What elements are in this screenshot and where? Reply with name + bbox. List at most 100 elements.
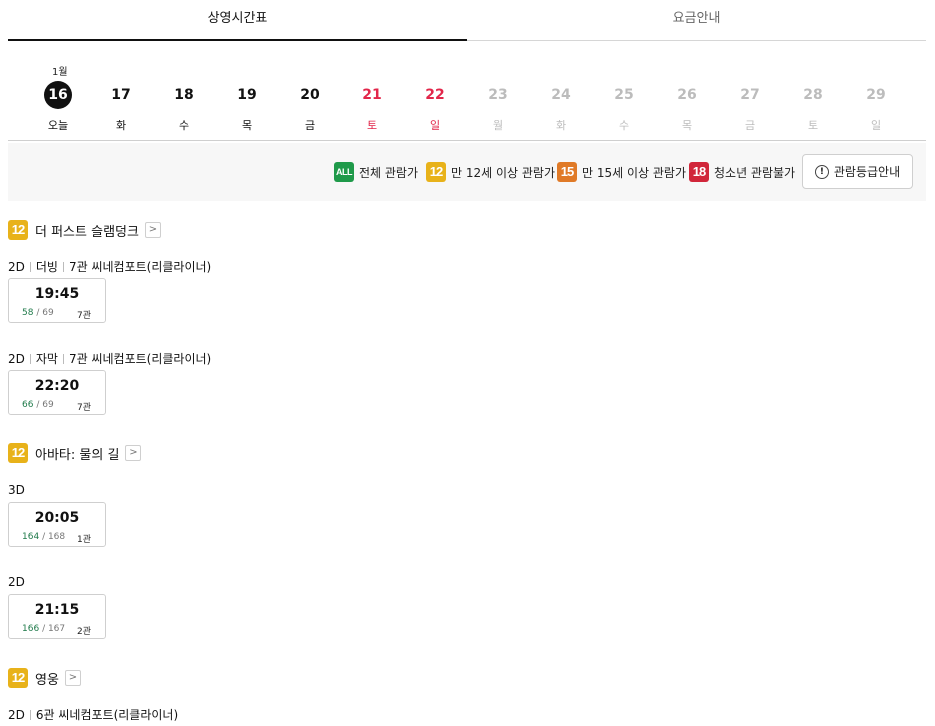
seat-count: 66 / 69: [22, 400, 54, 410]
date-number: 23: [488, 87, 508, 103]
format-label: 3D: [8, 483, 25, 497]
date-number: 20: [300, 87, 320, 103]
date-weekday: 금: [304, 119, 316, 132]
date-item-24: 24 화: [541, 81, 581, 135]
showing-info: 2D 자막 7관 씨네컴포트(리클라이너): [8, 350, 211, 367]
showtime: 21:15: [34, 602, 80, 618]
rating-12-icon: 12: [8, 668, 28, 688]
separator: [29, 353, 31, 364]
separator: [62, 261, 64, 272]
date-item-27: 27 금: [730, 81, 770, 135]
date-number: 26: [677, 87, 697, 103]
movie-title[interactable]: 아바타: 물의 길: [35, 444, 119, 463]
separator: [29, 261, 31, 272]
date-number: 27: [740, 87, 760, 103]
legend-all: ALL 전체 관람가: [334, 162, 418, 182]
seat-count: 58 / 69: [22, 308, 54, 318]
showtime-button[interactable]: 20:05 164 / 168 1관: [8, 502, 106, 547]
movie-title-row: 12 영웅 >: [8, 668, 81, 688]
date-item-20[interactable]: 20 금: [290, 81, 330, 135]
showtime: 19:45: [34, 286, 80, 302]
rating-guide-button[interactable]: ! 관람등급안내: [802, 154, 913, 189]
hall-label: 7관: [76, 311, 91, 321]
showing-info: 2D 6관 씨네컴포트(리클라이너): [8, 706, 178, 723]
legend-12: 12 만 12세 이상 관람가: [426, 162, 555, 182]
legend-15: 15 만 15세 이상 관람가: [557, 162, 686, 182]
rating-guide-label: 관람등급안내: [833, 165, 901, 179]
date-number: 21: [362, 87, 382, 103]
movie-title[interactable]: 더 퍼스트 슬램덩크: [35, 221, 139, 240]
date-number: 16: [44, 81, 72, 109]
hall-label: 7관: [76, 403, 91, 413]
rating-legend: ALL 전체 관람가 12 만 12세 이상 관람가 15 만 15세 이상 관…: [8, 143, 926, 201]
movie-detail-arrow-icon[interactable]: >: [125, 445, 142, 461]
format-label: 2D: [8, 351, 25, 366]
legend-all-label: 전체 관람가: [359, 165, 419, 180]
language-label: 더빙: [35, 260, 58, 274]
date-weekday: 일: [870, 119, 882, 132]
date-item-25: 25 수: [604, 81, 644, 135]
rating-18-icon: 18: [689, 162, 709, 182]
date-weekday: 목: [681, 119, 693, 132]
hall-info: 6관 씨네컴포트(리클라이너): [35, 708, 179, 722]
language-label: 자막: [35, 352, 58, 366]
showtime-button[interactable]: 22:20 66 / 69 7관: [8, 370, 106, 415]
date-weekday: 일: [429, 119, 441, 132]
date-weekday: 월: [492, 119, 504, 132]
showing-info: 2D: [8, 575, 25, 589]
date-weekday: 화: [115, 119, 127, 132]
date-weekday: 수: [178, 119, 190, 132]
date-number: 24: [551, 87, 571, 103]
date-weekday: 토: [807, 119, 819, 132]
date-item-26: 26 목: [667, 81, 707, 135]
legend-18: 18 청소년 관람불가: [689, 162, 795, 182]
date-item-17[interactable]: 17 화: [101, 81, 141, 135]
legend-18-label: 청소년 관람불가: [714, 165, 796, 180]
movie-title[interactable]: 영웅: [35, 669, 59, 688]
showing-info: 3D: [8, 483, 25, 497]
date-number: 22: [425, 87, 445, 103]
tab-showtimes[interactable]: 상영시간표: [8, 0, 467, 41]
date-weekday: 토: [366, 119, 378, 132]
date-item-16[interactable]: 16 오늘: [38, 81, 78, 135]
hall-info: 7관 씨네컴포트(리클라이너): [68, 352, 212, 366]
info-icon: !: [814, 164, 829, 179]
date-item-23: 23 월: [478, 81, 518, 135]
date-item-29: 29 일: [856, 81, 896, 135]
hall-info: 7관 씨네컴포트(리클라이너): [68, 260, 212, 274]
legend-15-label: 만 15세 이상 관람가: [582, 165, 686, 180]
date-number: 29: [866, 87, 886, 103]
format-label: 2D: [8, 575, 25, 589]
date-number: 28: [803, 87, 823, 103]
date-item-28: 28 토: [793, 81, 833, 135]
separator: [62, 353, 64, 364]
date-item-19[interactable]: 19 목: [227, 81, 267, 135]
date-number: 19: [237, 87, 257, 103]
seat-count: 166 / 167: [22, 624, 66, 634]
tab-pricing[interactable]: 요금안내: [467, 0, 926, 40]
rating-12-icon: 12: [426, 162, 446, 182]
showtime-button[interactable]: 21:15 166 / 167 2관: [8, 594, 106, 639]
format-label: 2D: [8, 707, 25, 722]
movie-detail-arrow-icon[interactable]: >: [64, 670, 81, 686]
date-selector: 1월 16 오늘 17 화 18 수 19 목 20 금 21 토 22 일 23 월 24 화 …: [8, 41, 926, 141]
date-number: 18: [174, 87, 194, 103]
showtime: 20:05: [34, 510, 80, 526]
date-weekday: 화: [555, 119, 567, 132]
format-label: 2D: [8, 259, 25, 274]
date-item-22[interactable]: 22 일: [415, 81, 455, 135]
movie-detail-arrow-icon[interactable]: >: [144, 222, 161, 238]
date-number: 17: [111, 87, 131, 103]
showtime-button[interactable]: 19:45 58 / 69 7관: [8, 278, 106, 323]
showing-info: 2D 더빙 7관 씨네컴포트(리클라이너): [8, 258, 211, 275]
date-item-21[interactable]: 21 토: [352, 81, 392, 135]
rating-12-icon: 12: [8, 443, 28, 463]
seat-count: 164 / 168: [22, 532, 66, 542]
movie-title-row: 12 아바타: 물의 길 >: [8, 443, 142, 463]
date-weekday: 금: [744, 119, 756, 132]
separator: [29, 709, 31, 720]
month-label: 1월: [52, 67, 68, 78]
movie-title-row: 12 더 퍼스트 슬램덩크 >: [8, 220, 161, 240]
legend-12-label: 만 12세 이상 관람가: [451, 165, 555, 180]
date-item-18[interactable]: 18 수: [164, 81, 204, 135]
